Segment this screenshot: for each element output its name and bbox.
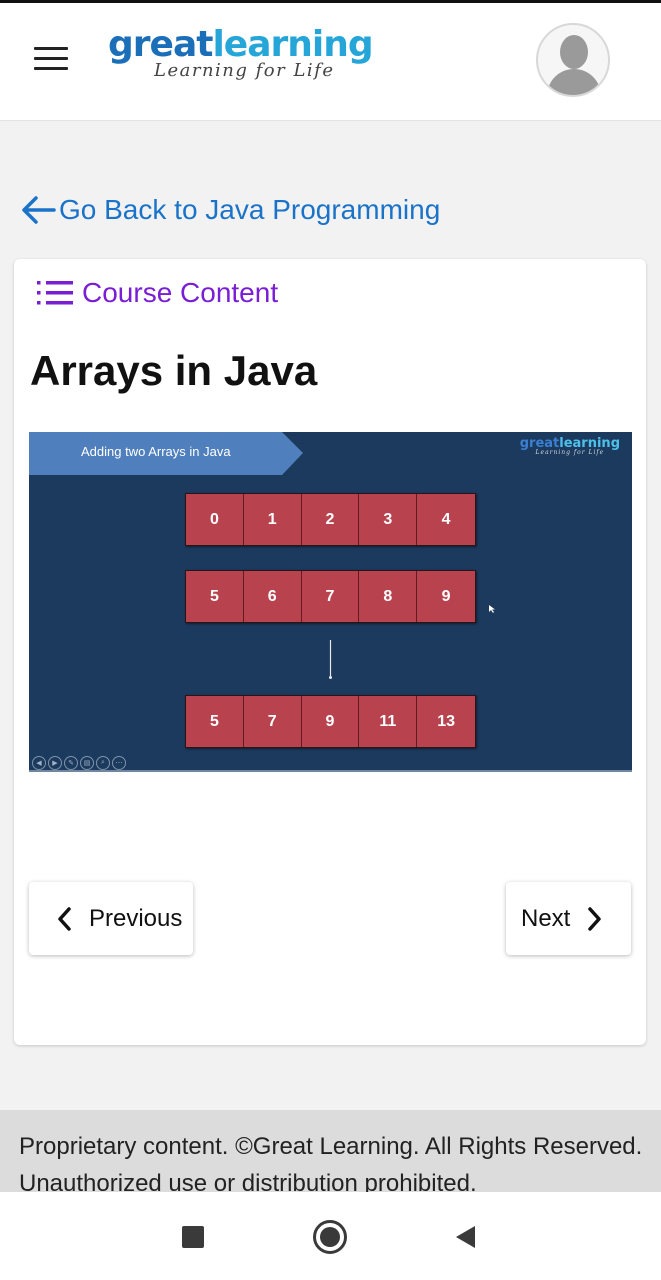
previous-button[interactable]: Previous <box>29 882 193 955</box>
array-cell: 2 <box>302 494 360 545</box>
chevron-right-icon <box>588 906 602 931</box>
previous-label: Previous <box>89 904 183 932</box>
prev-slide-icon[interactable]: ◀ <box>32 756 46 770</box>
array-cell: 13 <box>437 712 455 730</box>
array-cell: 4 <box>441 510 451 528</box>
slide-controls: ◀ ▶ ✎ ▤ ⌕ ⋯ <box>32 756 126 770</box>
array-cell: 9 <box>302 696 360 747</box>
array-cell: 7 <box>302 571 360 622</box>
course-content-label: Course Content <box>82 277 279 308</box>
video-player[interactable]: Adding two Arrays in Java greatlearning … <box>29 432 632 772</box>
back-to-course-link[interactable]: Go Back to Java Programming <box>20 190 440 230</box>
page-footer: Proprietary content. ©Great Learning. Al… <box>0 1110 661 1192</box>
zoom-icon[interactable]: ⌕ <box>96 756 110 770</box>
logo-tagline: Learning for Life <box>154 60 335 81</box>
lesson-title: Arrays in Java <box>30 347 318 394</box>
array-cell: 0 <box>186 494 244 545</box>
next-button[interactable]: Next <box>506 882 631 955</box>
arrow-down-icon <box>329 640 332 679</box>
pen-icon[interactable]: ✎ <box>64 756 78 770</box>
hamburger-bar <box>34 67 68 70</box>
next-label: Next <box>521 904 571 932</box>
avatar-body <box>547 69 601 95</box>
array-cell: 7 <box>244 696 302 747</box>
seek-bar[interactable] <box>29 770 632 772</box>
chevron-left-icon <box>58 906 71 931</box>
array-a: 0 1 2 3 4 <box>185 493 476 546</box>
array-cell: 1 <box>244 494 302 545</box>
user-avatar-icon[interactable] <box>536 23 610 97</box>
slides-grid-icon[interactable]: ▤ <box>80 756 94 770</box>
slide-title: Adding two Arrays in Java <box>81 444 231 459</box>
hamburger-bar <box>34 47 68 50</box>
array-cell: 3 <box>359 494 418 545</box>
array-cell: 11 <box>359 696 418 747</box>
lesson-card: Course Content Arrays in Java Adding two… <box>14 259 646 1045</box>
list-icon <box>37 281 73 305</box>
app-header: greatlearning Learning for Life <box>0 3 661 121</box>
hamburger-bar <box>34 57 68 60</box>
square-icon[interactable] <box>182 1226 204 1248</box>
logo-word-great: great <box>108 24 213 65</box>
back-link-label: Go Back to Java Programming <box>59 194 441 225</box>
more-icon[interactable]: ⋯ <box>112 756 126 770</box>
array-b: 5 6 7 8 9 <box>185 570 476 623</box>
slide-logo: greatlearning Learning for Life <box>520 436 620 456</box>
array-sum: 5 7 9 11 13 <box>185 695 476 748</box>
array-cell: 5 <box>186 571 244 622</box>
greatlearning-logo[interactable]: greatlearning Learning for Life <box>108 25 398 89</box>
array-cell: 8 <box>359 571 418 622</box>
triangle-back-icon[interactable] <box>454 1225 476 1249</box>
mouse-cursor-icon <box>489 605 495 613</box>
array-cell: 5 <box>186 696 244 747</box>
next-slide-icon[interactable]: ▶ <box>48 756 62 770</box>
hamburger-icon[interactable] <box>34 47 68 73</box>
array-cell: 9 <box>441 587 451 605</box>
logo-wordmark: greatlearning <box>108 25 398 65</box>
array-cell: 6 <box>244 571 302 622</box>
system-navigation-bar <box>0 1192 661 1280</box>
logo-word-learning: learning <box>212 24 373 65</box>
course-content-button[interactable]: Course Content <box>36 275 278 311</box>
copyright-text: Proprietary content. ©Great Learning. Al… <box>19 1133 643 1192</box>
circle-icon[interactable] <box>313 1220 347 1254</box>
arrow-left-icon <box>22 196 56 224</box>
avatar-head <box>560 35 588 69</box>
